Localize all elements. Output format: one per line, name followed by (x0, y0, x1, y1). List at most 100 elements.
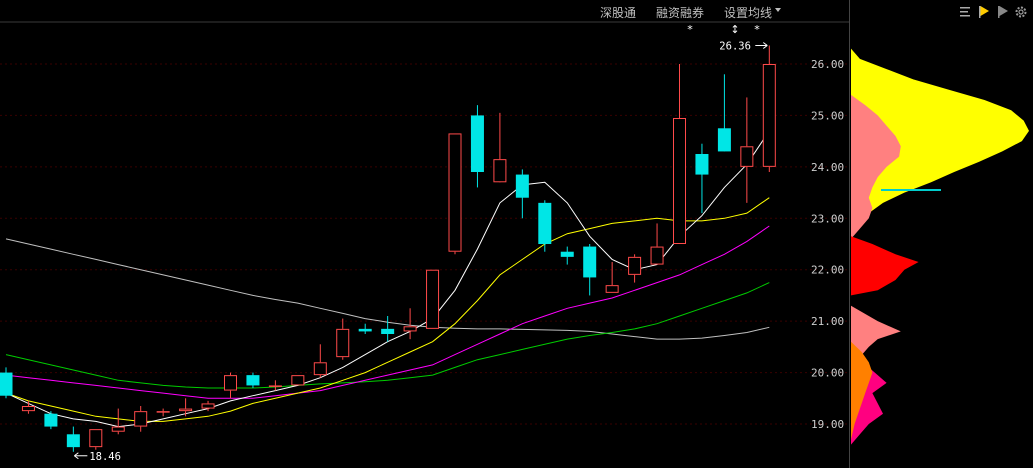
profile-area-red (851, 236, 919, 296)
chip-distribution (851, 48, 1029, 445)
candle-body (695, 154, 709, 175)
y-tick-label: 20.00 (811, 367, 844, 380)
annotations: 26.36 18.46 * ↕ * (74, 23, 768, 463)
moving-average-lines (5, 130, 770, 428)
candle-body (515, 174, 529, 198)
link-ma-settings[interactable]: 设置均线 (724, 4, 772, 21)
candle-down (717, 74, 731, 152)
candle-down (0, 367, 13, 399)
y-tick-label: 19.00 (811, 418, 844, 431)
candle-body (0, 372, 13, 396)
candle-up (403, 308, 417, 340)
candle-body (493, 159, 507, 183)
candle-body (717, 128, 731, 152)
candle-up (21, 400, 35, 414)
candle-up (268, 380, 282, 391)
gear-icon[interactable] (1014, 4, 1028, 18)
marker-star: * (687, 23, 693, 36)
candle-up (89, 429, 103, 450)
candle-up (605, 262, 619, 293)
candle-body (313, 362, 327, 376)
candle-body (470, 115, 484, 172)
candle-down (583, 244, 597, 296)
lines-icon[interactable] (959, 4, 973, 18)
candle-up (134, 406, 148, 432)
candle-body (740, 146, 754, 167)
y-tick-label: 25.00 (811, 109, 844, 122)
candle-up (628, 254, 642, 283)
flag-yellow-icon[interactable] (977, 4, 991, 18)
y-tick-label: 23.00 (811, 212, 844, 225)
candle-down (470, 105, 484, 188)
link-margin-trading[interactable]: 融资融券 (656, 4, 704, 21)
candle-body (156, 411, 170, 413)
y-tick-label: 22.00 (811, 264, 844, 277)
candle-down (560, 246, 574, 265)
candle-up (762, 45, 776, 172)
candle-down (695, 143, 709, 214)
high-price-label: 26.36 (719, 40, 751, 52)
candle-body (538, 202, 552, 244)
candle-body (583, 246, 597, 278)
candle-up (111, 408, 125, 435)
candle-body (381, 328, 395, 334)
candle-body (426, 269, 440, 329)
candle-body (21, 406, 35, 412)
candle-up (313, 344, 327, 378)
candlestick-chart: 26.36 18.46 * ↕ * 19.00 20.00 21.00 22.00 23.00 2… (0, 0, 1029, 468)
marker-arrow: ↕ (730, 23, 739, 36)
candle-body (628, 256, 642, 275)
stock-chart-app: 26.36 18.46 * ↕ * 19.00 20.00 21.00 22.00 23.00 2… (0, 0, 1033, 468)
y-tick-label: 24.00 (811, 161, 844, 174)
candle-body (560, 251, 574, 257)
candle-body (201, 403, 215, 409)
candle-up (156, 408, 170, 417)
candle-down (44, 411, 58, 430)
candle-body (403, 326, 417, 332)
candle-body (134, 411, 148, 427)
candle-up (291, 375, 305, 386)
candle-up (336, 318, 350, 360)
y-tick-label: 26.00 (811, 58, 844, 71)
candle-body (762, 64, 776, 167)
candle-body (89, 429, 103, 448)
ma5-line (5, 130, 770, 428)
grid-lines (0, 21, 849, 425)
candle-body (358, 328, 372, 332)
candle-body (179, 408, 193, 412)
candle-down (538, 200, 552, 252)
candles (0, 45, 776, 452)
candle-down (358, 323, 372, 334)
candle-up (650, 223, 664, 265)
candle-body (44, 413, 58, 427)
candle-body (224, 375, 237, 391)
candle-up (493, 112, 507, 183)
candle-up (426, 269, 440, 329)
candle-up (224, 372, 237, 399)
y-tick-label: 21.00 (811, 315, 844, 328)
candle-down (381, 316, 395, 342)
candle-down (246, 372, 260, 388)
candle-body (605, 285, 619, 293)
marker-star: * (754, 23, 760, 36)
candle-body (246, 375, 260, 386)
candle-body (336, 328, 350, 358)
candle-body (291, 375, 305, 386)
chevron-down-icon[interactable] (775, 8, 781, 12)
flag-gray-icon[interactable] (996, 4, 1010, 18)
candle-up (740, 97, 754, 203)
candle-body (673, 118, 686, 244)
candle-body (268, 385, 282, 387)
candle-body (650, 246, 664, 265)
candle-up (673, 64, 686, 244)
candle-body (111, 426, 125, 432)
candle-down (515, 169, 529, 219)
low-price-label: 18.46 (89, 451, 121, 463)
candle-down (66, 426, 80, 452)
candle-up (179, 398, 193, 417)
candle-body (448, 133, 462, 252)
candle-body (66, 434, 80, 448)
price-axis: 19.00 20.00 21.00 22.00 23.00 24.00 25.00 26.00 (811, 58, 844, 431)
candle-up (448, 133, 462, 255)
link-shenzhen-connect[interactable]: 深股通 (600, 4, 636, 21)
